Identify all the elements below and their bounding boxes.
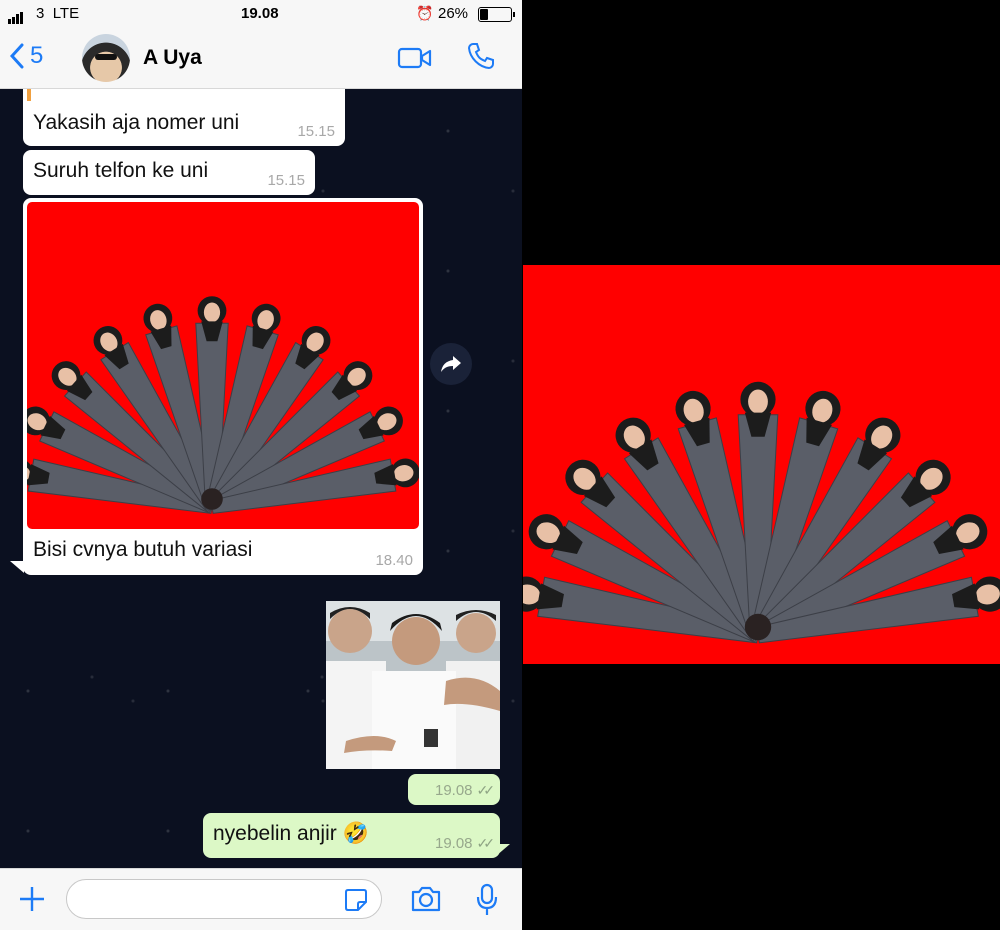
sticker-icon[interactable]: [344, 888, 368, 912]
status-bar: 3 LTE 19.08 ⏰ 26%: [0, 0, 522, 28]
fan-hub: [201, 488, 223, 510]
composer: [0, 868, 522, 930]
back-button[interactable]: 5: [10, 42, 43, 70]
forward-button[interactable]: [430, 343, 472, 385]
message-input[interactable]: [66, 879, 382, 919]
chat-header: 5 A Uya: [0, 28, 522, 89]
message-text: nyebelin anjir 🤣: [213, 822, 369, 845]
message-list[interactable]: Yakasih aja nomer uni 15.15 Suruh telfon…: [0, 89, 522, 868]
read-ticks-icon: ✓✓: [476, 782, 496, 798]
fan-hub: [744, 613, 772, 641]
message-time: 19.08 ✓✓: [434, 835, 496, 852]
message-text: Suruh telfon ke uni: [33, 159, 209, 182]
signal-icon: [8, 7, 24, 24]
message-bubble[interactable]: Suruh telfon ke uni 15.15: [23, 150, 315, 195]
message-time: 19.08 ✓✓: [434, 782, 496, 799]
battery-percent: 26%: [438, 5, 469, 22]
bubble-tail: [10, 561, 24, 573]
message-bubble[interactable]: Yakasih aja nomer uni 15.15: [23, 89, 345, 146]
message-time: 15.15: [267, 172, 305, 189]
unread-count: 5: [30, 42, 44, 69]
photo[interactable]: [27, 202, 419, 529]
chevron-left-icon: [10, 43, 24, 69]
camera-icon[interactable]: [410, 885, 442, 913]
carrier-label: 3 LTE: [36, 5, 80, 22]
contact-name[interactable]: A Uya: [143, 46, 202, 70]
sticker-time-badge: 19.08 ✓✓: [408, 774, 500, 805]
plus-icon[interactable]: [18, 885, 46, 913]
message-bubble[interactable]: nyebelin anjir 🤣 19.08 ✓✓: [203, 813, 500, 858]
bubble-tail: [496, 844, 510, 856]
message-text: Yakasih aja nomer uni: [33, 111, 240, 134]
enlarged-photo: [523, 265, 1000, 664]
read-ticks-icon: ✓✓: [476, 835, 496, 851]
video-call-icon[interactable]: [397, 46, 433, 70]
avatar[interactable]: [82, 34, 130, 82]
people-fan-image-large: [523, 381, 1000, 644]
microphone-icon[interactable]: [476, 883, 498, 917]
image-message-bubble[interactable]: Bisi cvnya butuh variasi 18.40: [23, 198, 423, 575]
people-fan-image: [27, 296, 419, 514]
message-time: 15.15: [297, 123, 335, 140]
sticker-image[interactable]: [326, 601, 500, 769]
status-time: 19.08: [241, 5, 279, 22]
forward-icon: [441, 356, 461, 372]
chat-screen: 3 LTE 19.08 ⏰ 26% 5 A Uya Yakasih aja no…: [0, 0, 522, 930]
alarm-icon: ⏰: [416, 5, 434, 21]
message-time: 18.40: [375, 552, 413, 569]
battery-icon: [478, 7, 515, 22]
phone-call-icon[interactable]: [466, 41, 496, 71]
boys-sticker-image: [326, 601, 500, 769]
image-caption: Bisi cvnya butuh variasi: [33, 538, 253, 561]
